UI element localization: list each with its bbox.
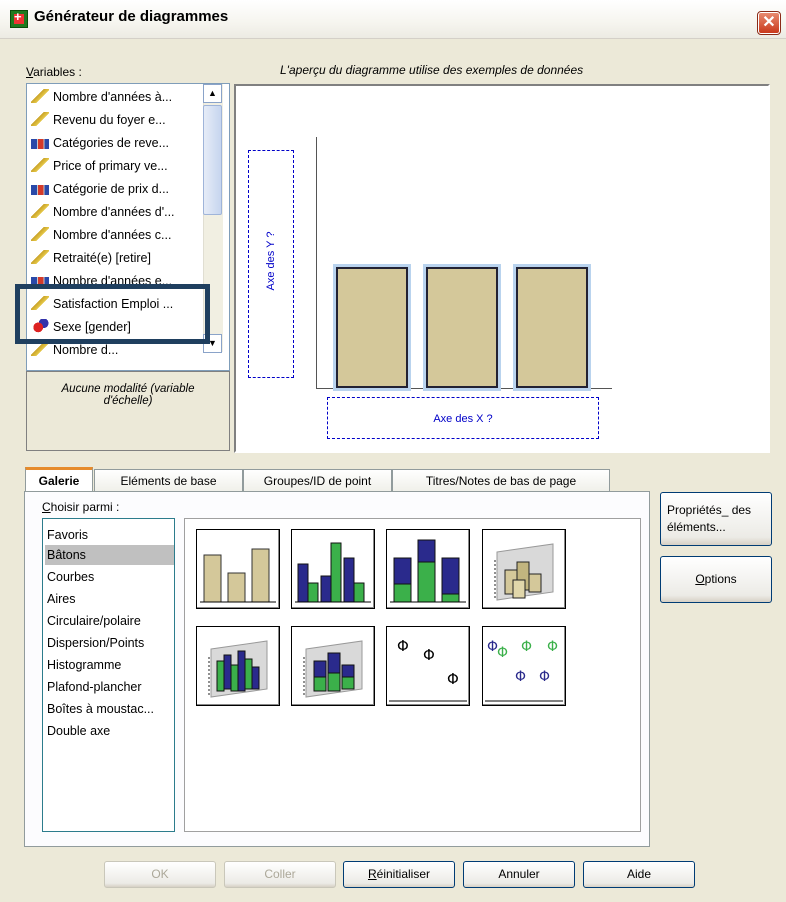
- chart-type-dispersion[interactable]: Dispersion/Points: [45, 633, 174, 653]
- scroll-up-button[interactable]: ▲: [203, 84, 222, 103]
- simple-bar-chart-icon[interactable]: [196, 529, 280, 609]
- svg-text:Φ: Φ: [497, 645, 508, 661]
- chart-type-histogramme[interactable]: Histogramme: [45, 655, 174, 675]
- ordinal-bars-icon: [31, 185, 49, 195]
- svg-text:Φ: Φ: [447, 670, 459, 688]
- scale-ruler-icon: [31, 89, 49, 103]
- preview-bar: [426, 267, 498, 388]
- tab-groupes-id[interactable]: Groupes/ID de point: [243, 469, 392, 491]
- close-button[interactable]: ✕: [757, 11, 781, 35]
- variables-label: Variables :: [26, 65, 82, 79]
- svg-text:Φ: Φ: [539, 669, 550, 685]
- tab-elements-de-base[interactable]: Eléments de base: [94, 469, 243, 491]
- category-note-box: Aucune modalité (variable d'échelle): [26, 371, 230, 451]
- cancel-button[interactable]: Annuler: [463, 861, 575, 888]
- list-item[interactable]: Catégorie de prix d...: [31, 178, 201, 201]
- svg-text:Φ: Φ: [547, 639, 558, 655]
- x-axis-label: Axe des X ?: [433, 413, 493, 425]
- list-item[interactable]: Price of primary ve...: [31, 155, 201, 178]
- chart-type-plafond[interactable]: Plafond-plancher: [45, 677, 174, 697]
- chart-type-courbes[interactable]: Courbes: [45, 567, 174, 587]
- chart-type-aires[interactable]: Aires: [45, 589, 174, 609]
- chart-type-circulaire[interactable]: Circulaire/polaire: [45, 611, 174, 631]
- scale-ruler-icon: [31, 250, 49, 264]
- chart-type-list[interactable]: Favoris Bâtons Courbes Aires Circulaire/…: [42, 518, 175, 832]
- choose-from-label: Choisir parmi :: [42, 500, 120, 514]
- svg-text:Φ: Φ: [515, 669, 526, 685]
- svg-text:Φ: Φ: [521, 639, 532, 655]
- scale-ruler-icon: [31, 112, 49, 126]
- list-item[interactable]: Nombre d'années d'...: [31, 201, 201, 224]
- scrollbar-thumb[interactable]: [203, 105, 222, 215]
- ordinal-bars-icon: [31, 139, 49, 149]
- stacked-bar-chart-icon[interactable]: [386, 529, 470, 609]
- ok-button[interactable]: OK: [104, 861, 216, 888]
- list-item[interactable]: Nombre d'années c...: [31, 224, 201, 247]
- element-properties-button[interactable]: Propriétés_ des éléments...: [660, 492, 772, 546]
- chart-builder-app-icon: [10, 9, 28, 28]
- 3d-clustered-bar-chart-icon[interactable]: [196, 626, 280, 706]
- chart-type-double-axe[interactable]: Double axe: [45, 721, 174, 741]
- scale-ruler-icon: [31, 342, 49, 356]
- list-item[interactable]: Catégories de reve...: [31, 132, 201, 155]
- chart-type-boites[interactable]: Boîtes à moustac...: [45, 699, 174, 719]
- list-item[interactable]: Nombre d'années à...: [31, 86, 201, 109]
- highlight-annotation-box: [15, 284, 210, 344]
- list-item[interactable]: Retraité(e) [retire]: [31, 247, 201, 270]
- reset-button[interactable]: Réinitialiser: [343, 861, 455, 888]
- clustered-bar-chart-icon[interactable]: [291, 529, 375, 609]
- window-title: Générateur de diagrammes: [34, 8, 229, 25]
- tab-titres-notes[interactable]: Titres/Notes de bas de page: [392, 469, 610, 491]
- y-axis-label: Axe des Y ?: [265, 231, 277, 291]
- y-axis-line: [316, 137, 317, 389]
- scale-ruler-icon: [31, 158, 49, 172]
- 3d-bar-chart-icon[interactable]: [482, 529, 566, 609]
- tab-galerie[interactable]: Galerie: [25, 467, 93, 491]
- paste-button[interactable]: Coller: [224, 861, 336, 888]
- 3d-stacked-bar-chart-icon[interactable]: [291, 626, 375, 706]
- clustered-error-bar-chart-icon[interactable]: Φ Φ Φ Φ Φ Φ: [482, 626, 566, 706]
- preview-bar: [516, 267, 588, 388]
- chart-type-favoris[interactable]: Favoris: [45, 525, 174, 545]
- error-bar-chart-icon[interactable]: Φ Φ Φ: [386, 626, 470, 706]
- chart-type-batons[interactable]: Bâtons: [45, 545, 174, 565]
- preview-caption: L'aperçu du diagramme utilise des exempl…: [280, 63, 584, 77]
- svg-text:Φ: Φ: [397, 637, 409, 655]
- svg-text:Φ: Φ: [423, 646, 435, 664]
- list-item[interactable]: Revenu du foyer e...: [31, 109, 201, 132]
- help-button[interactable]: Aide: [583, 861, 695, 888]
- scale-ruler-icon: [31, 204, 49, 218]
- scale-ruler-icon: [31, 227, 49, 241]
- options-button[interactable]: Options: [660, 556, 772, 603]
- preview-bar: [336, 267, 408, 388]
- x-axis-line: [316, 388, 612, 389]
